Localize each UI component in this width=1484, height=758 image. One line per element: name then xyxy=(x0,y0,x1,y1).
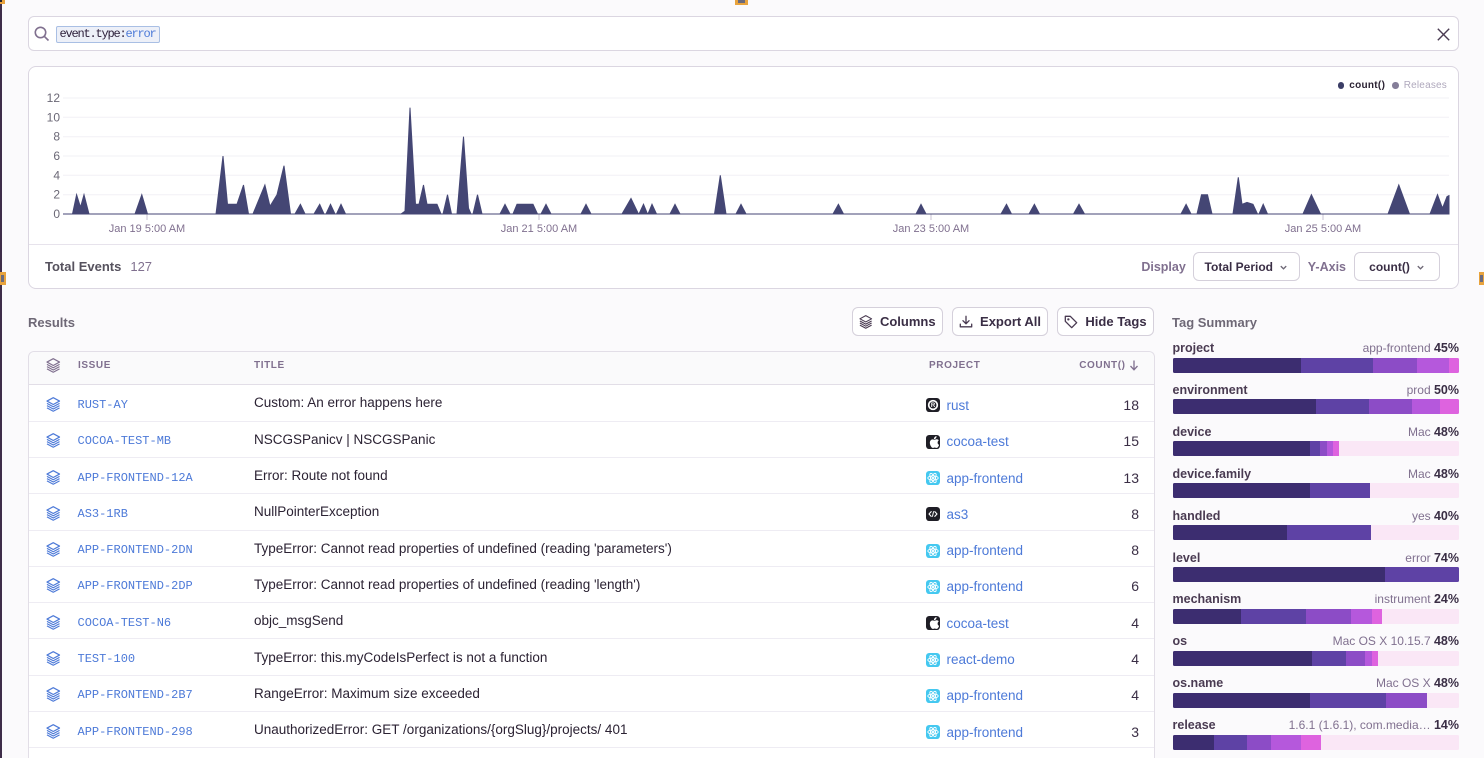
svg-text:Jan 19 5:00 AM: Jan 19 5:00 AM xyxy=(109,223,185,235)
svg-text:Jan 21 5:00 AM: Jan 21 5:00 AM xyxy=(501,223,577,235)
svg-text:8: 8 xyxy=(53,130,60,144)
svg-text:R: R xyxy=(931,404,936,410)
svg-text:10: 10 xyxy=(47,110,61,124)
svg-text:0: 0 xyxy=(53,207,60,221)
svg-text:6: 6 xyxy=(53,149,60,163)
svg-text:Jan 23 5:00 AM: Jan 23 5:00 AM xyxy=(893,223,969,235)
svg-text:4: 4 xyxy=(53,168,60,182)
svg-text:2: 2 xyxy=(53,188,60,202)
svg-text:12: 12 xyxy=(47,91,61,105)
svg-text:Jan 25 5:00 AM: Jan 25 5:00 AM xyxy=(1285,223,1361,235)
